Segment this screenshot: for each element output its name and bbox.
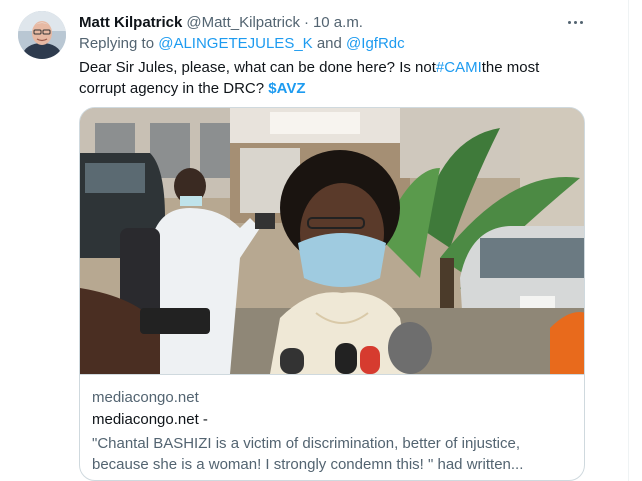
card-meta[interactable]: mediacongo.net mediacongo.net - "Chantal… <box>80 374 584 480</box>
card-description: "Chantal BASHIZI is a victim of discrimi… <box>92 435 524 473</box>
header-separator: · <box>303 13 309 31</box>
reply-mention-2[interactable]: @IgfRdc <box>346 35 405 52</box>
avatar-image <box>18 11 66 59</box>
link-card[interactable]: mediacongo.net mediacongo.net - "Chantal… <box>79 107 585 481</box>
hashtag-link[interactable]: #CAMI <box>436 59 482 76</box>
replying-prefix: Replying to <box>79 35 159 52</box>
card-title: mediacongo.net - <box>92 411 208 428</box>
card-photo <box>80 108 584 374</box>
avatar[interactable] <box>18 11 66 59</box>
tweet-header: Matt Kilpatrick @Matt_Kilpatrick · 10 a.… <box>79 12 363 32</box>
reply-mention-1[interactable]: @ALINGETEJULES_K <box>158 35 312 52</box>
cashtag-link[interactable]: $AVZ <box>268 80 305 97</box>
more-options-button[interactable] <box>561 10 589 34</box>
card-domain: mediacongo.net <box>92 389 199 406</box>
tweet[interactable]: Matt Kilpatrick @Matt_Kilpatrick · 10 a.… <box>0 0 628 481</box>
tweet-text-part1: Dear Sir Jules, please, what can be done… <box>79 59 436 76</box>
tweet-text: Dear Sir Jules, please, what can be done… <box>79 57 559 99</box>
replying-to: Replying to @ALINGETEJULES_K and @IgfRdc <box>79 35 405 52</box>
timestamp[interactable]: 10 a.m. <box>313 14 363 31</box>
more-horizontal-icon <box>567 20 583 24</box>
author-handle[interactable]: @Matt_Kilpatrick <box>186 14 300 31</box>
author-name[interactable]: Matt Kilpatrick <box>79 14 182 31</box>
reply-and: and <box>312 35 347 52</box>
timeline-border <box>628 0 629 481</box>
card-image[interactable] <box>80 108 584 374</box>
